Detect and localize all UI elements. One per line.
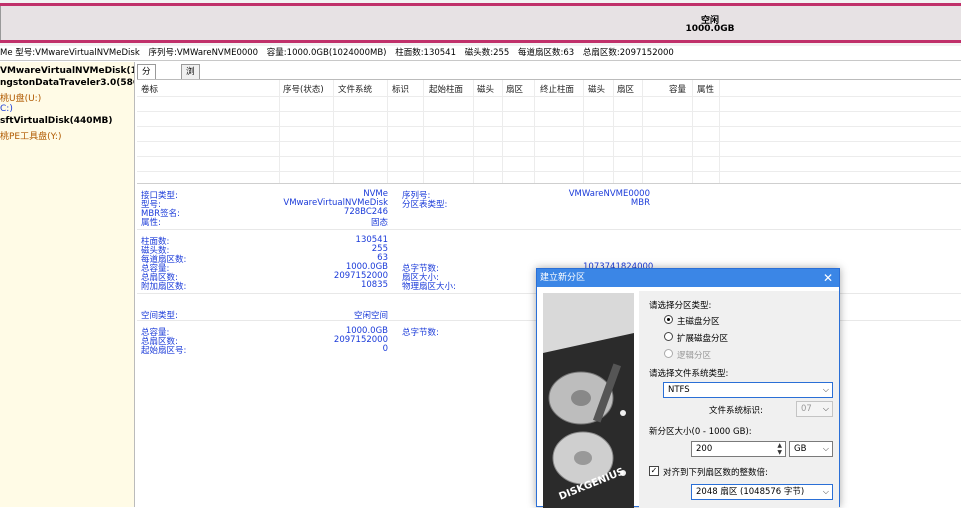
align-checkbox[interactable]: ✓ [649, 466, 659, 476]
partition-size-input[interactable]: 200 ▲ ▼ [691, 441, 786, 457]
section-divider [137, 229, 961, 230]
dialog-title-bar[interactable]: 建立新分区 [537, 269, 839, 287]
value-partition-table-type: MBR [630, 198, 650, 208]
row-divider [137, 111, 961, 112]
dialog-body: 请选择分区类型: 主磁盘分区 扩展磁盘分区 逻辑分区 请选择文件系统类型: NT… [639, 291, 839, 508]
col-filesystem[interactable]: 文件系统 [338, 83, 372, 95]
row-divider [137, 156, 961, 157]
align-sectors-select[interactable]: 2048 扇区 (1048576 字节) ⌵ [691, 484, 833, 500]
spinner-arrows-icon[interactable]: ▲ ▼ [777, 442, 782, 456]
label-attribute: 属性: [141, 218, 161, 228]
chevron-down-icon: ⌵ [822, 404, 829, 413]
value-attribute: 固态 [370, 218, 388, 228]
free-space-block[interactable] [0, 6, 961, 40]
radio-primary-partition[interactable] [664, 315, 673, 324]
tab-browse-files[interactable]: 浏览文件 [181, 64, 200, 119]
size-unit-select[interactable]: GB ⌵ [789, 441, 833, 457]
label-start-sector: 起始扇区号: [141, 346, 187, 356]
close-icon[interactable]: ✕ [823, 269, 833, 287]
row-divider [137, 96, 961, 97]
filesystem-id-value: 07 [801, 404, 812, 414]
col-capacity[interactable]: 容量 [669, 83, 686, 95]
tree-item-kingston[interactable]: ngstonDataTraveler3.0(58G [0, 78, 134, 88]
value-start-sector: 0 [382, 344, 388, 354]
label-physical-sector-size: 物理扇区大小: [402, 282, 456, 292]
chevron-down-icon: ⌵ [822, 444, 829, 453]
info-sectors-per-track: 每道扇区数:63 [518, 48, 575, 58]
radio-logical-partition[interactable] [664, 349, 673, 358]
label-free-total-bytes: 总字节数: [402, 328, 439, 338]
tree-item-nvme-disk[interactable]: VMwareVirtualNVMeDisk(10 [0, 66, 134, 76]
disk-bar-top-border [0, 3, 961, 6]
col-index-status[interactable]: 序号(状态) [283, 83, 324, 95]
col-volume-label[interactable]: 卷标 [141, 83, 158, 95]
radio-primary-label[interactable]: 主磁盘分区 [677, 315, 720, 327]
radio-logical-label[interactable]: 逻辑分区 [677, 349, 711, 361]
tab-partition-params[interactable]: 分区参数 [137, 64, 156, 119]
disk-map-bar[interactable]: 空闲 1000.0GB [0, 0, 961, 46]
filesystem-select-value: NTFS [668, 385, 690, 395]
table-bottom-border [137, 183, 961, 184]
col-id[interactable]: 标识 [392, 83, 409, 95]
dialog-title: 建立新分区 [540, 273, 586, 283]
info-cylinders: 柱面数:130541 [395, 48, 456, 58]
free-space-size: 1000.0GB [685, 24, 735, 34]
col-attributes[interactable]: 属性 [697, 83, 714, 95]
filesystem-select[interactable]: NTFS ⌵ [663, 382, 833, 398]
partition-size-value: 200 [696, 444, 713, 454]
col-start-sector[interactable]: 扇区 [506, 83, 523, 95]
filesystem-prompt: 请选择文件系统类型: [649, 369, 729, 379]
value-extra-sectors: 10835 [360, 280, 388, 290]
diskgenius-disk-illustration: DISKGENIUS [543, 293, 634, 508]
col-end-sector[interactable]: 扇区 [617, 83, 634, 95]
disk-tree[interactable]: VMwareVirtualNVMeDisk(10 ngstonDataTrave… [0, 62, 135, 507]
row-divider [137, 126, 961, 127]
radio-extended-partition[interactable] [664, 332, 673, 341]
info-capacity: 容量:1000.0GB(1024000MB) [266, 48, 387, 58]
col-end-head[interactable]: 磁头 [588, 83, 605, 95]
partition-table[interactable]: 卷标 序号(状态) 文件系统 标识 起始柱面 磁头 扇区 终止柱面 磁头 扇区 … [137, 80, 961, 184]
radio-extended-label[interactable]: 扩展磁盘分区 [677, 332, 728, 344]
partition-size-label: 新分区大小(0 - 1000 GB): [649, 427, 752, 437]
disk-bar-bottom-border [0, 40, 961, 43]
tree-item-pe-drive[interactable]: 桃PE工具盘(Y:) [0, 129, 61, 142]
info-total-sectors: 总扇区数:2097152000 [582, 48, 674, 58]
chevron-down-icon: ⌵ [822, 487, 829, 496]
row-divider [137, 171, 961, 172]
info-serial: 序列号:VMWareNVME0000 [148, 48, 259, 58]
col-start-head[interactable]: 磁头 [477, 83, 494, 95]
info-heads: 磁头数:255 [464, 48, 510, 58]
row-divider [137, 141, 961, 142]
chevron-down-icon: ⌵ [822, 385, 829, 394]
tree-item-c-drive[interactable]: C:) [0, 104, 13, 114]
align-label[interactable]: 对齐到下列扇区数的整数倍: [663, 466, 768, 478]
tree-item-u-drive[interactable]: 桃U盘(U:) [0, 91, 41, 104]
filesystem-id-select[interactable]: 07 ⌵ [796, 401, 833, 417]
disk-info-line: Me 型号:VMwareVirtualNVMeDisk 序列号:VMWareNV… [0, 46, 961, 61]
col-end-cylinder[interactable]: 终止柱面 [540, 83, 574, 95]
label-partition-table-type: 分区表类型: [402, 200, 448, 210]
partition-type-prompt: 请选择分区类型: [649, 301, 712, 311]
size-unit-value: GB [794, 444, 807, 454]
filesystem-id-label: 文件系统标识: [709, 406, 763, 416]
align-sectors-value: 2048 扇区 (1048576 字节) [696, 487, 805, 497]
tree-item-virtual-disk[interactable]: sftVirtualDisk(440MB) [0, 116, 113, 126]
label-extra-sectors: 附加扇区数: [141, 282, 187, 292]
info-model: Me 型号:VMwareVirtualNVMeDisk [0, 48, 140, 58]
new-partition-dialog[interactable]: 建立新分区 ✕ DISKGENIUS 请选择分区类型: 主磁盘分区 扩展磁盘分区… [536, 268, 840, 508]
col-start-cylinder[interactable]: 起始柱面 [429, 83, 463, 95]
